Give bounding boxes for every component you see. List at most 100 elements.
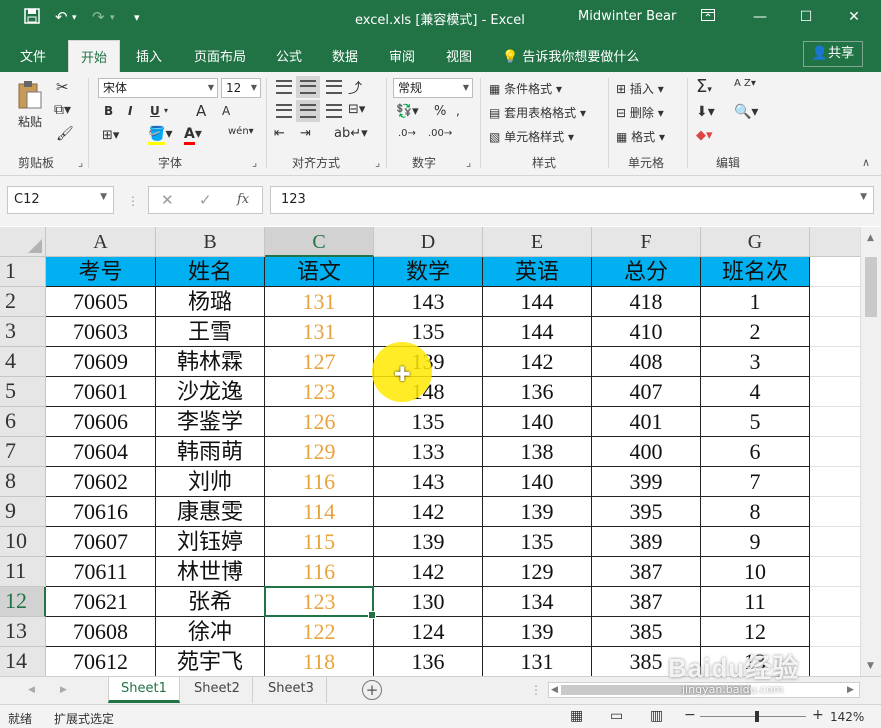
grow-font-button[interactable]: A bbox=[196, 102, 206, 120]
table-cell[interactable]: 129 bbox=[265, 437, 374, 467]
zoom-in-icon[interactable]: + bbox=[812, 707, 824, 723]
orientation-icon[interactable]: ⤴ bbox=[348, 78, 362, 98]
table-cell[interactable]: 144 bbox=[483, 317, 592, 347]
table-cell[interactable]: 410 bbox=[592, 317, 701, 347]
table-cell[interactable]: 70612 bbox=[46, 647, 156, 676]
row-header-3[interactable]: 3 bbox=[0, 317, 46, 347]
table-cell[interactable]: 401 bbox=[592, 407, 701, 437]
table-cell[interactable]: 387 bbox=[592, 587, 701, 617]
empty-cell[interactable] bbox=[810, 377, 860, 407]
align-bottom-icon[interactable] bbox=[326, 80, 342, 94]
column-header-e[interactable]: E bbox=[483, 227, 592, 257]
table-cell[interactable]: 115 bbox=[265, 527, 374, 557]
table-cell[interactable]: 王雪 bbox=[156, 317, 265, 347]
column-header-b[interactable]: B bbox=[156, 227, 265, 257]
empty-cell[interactable] bbox=[810, 317, 860, 347]
dialog-launcher-icon[interactable]: ⌟ bbox=[466, 156, 471, 169]
format-as-table-button[interactable]: ▤ 套用表格格式 ▾ bbox=[489, 104, 586, 121]
zoom-level[interactable]: 142% bbox=[830, 710, 864, 724]
align-top-icon[interactable] bbox=[276, 80, 292, 94]
table-cell[interactable]: 刘帅 bbox=[156, 467, 265, 497]
select-all-button[interactable] bbox=[0, 227, 46, 257]
table-cell[interactable]: 70616 bbox=[46, 497, 156, 527]
chevron-down-icon[interactable]: ▾ bbox=[164, 106, 168, 115]
column-header-a[interactable]: A bbox=[46, 227, 156, 257]
table-cell[interactable]: 沙龙逸 bbox=[156, 377, 265, 407]
column-header-c[interactable]: C bbox=[265, 227, 374, 257]
table-cell[interactable]: 144 bbox=[483, 287, 592, 317]
user-name[interactable]: Midwinter Bear bbox=[578, 9, 676, 24]
tab-splitter-icon[interactable]: ⋮ bbox=[530, 683, 542, 697]
tab-review[interactable]: 审阅 bbox=[389, 46, 415, 65]
sort-filter-icon[interactable]: A Z▾ bbox=[734, 78, 756, 89]
tab-formulas[interactable]: 公式 bbox=[276, 46, 302, 65]
zoom-slider-knob[interactable] bbox=[755, 711, 759, 722]
row-header-2[interactable]: 2 bbox=[0, 287, 46, 317]
table-cell[interactable]: 142 bbox=[374, 557, 483, 587]
empty-cell[interactable] bbox=[810, 617, 860, 647]
table-cell[interactable]: 143 bbox=[374, 287, 483, 317]
table-cell[interactable]: 148 bbox=[374, 377, 483, 407]
table-cell[interactable]: 118 bbox=[265, 647, 374, 676]
close-icon[interactable]: ✕ bbox=[841, 6, 867, 28]
zoom-slider[interactable] bbox=[700, 711, 806, 722]
table-cell[interactable]: 139 bbox=[483, 617, 592, 647]
scroll-right-icon[interactable]: ▶ bbox=[847, 685, 854, 695]
scroll-thumb[interactable] bbox=[865, 257, 877, 317]
formula-bar-handle-icon[interactable]: ⋮ bbox=[127, 194, 139, 208]
normal-view-icon[interactable]: ▦ bbox=[570, 708, 583, 724]
table-cell[interactable]: 康惠雯 bbox=[156, 497, 265, 527]
row-header-12[interactable]: 12 bbox=[0, 587, 46, 617]
table-cell[interactable]: 韩林霖 bbox=[156, 347, 265, 377]
font-size-select[interactable]: 12 ▼ bbox=[221, 78, 261, 98]
table-cell[interactable]: 142 bbox=[374, 497, 483, 527]
chevron-down-icon[interactable]: ▼ bbox=[860, 192, 867, 202]
name-box[interactable]: C12 ▼ bbox=[7, 186, 114, 214]
scroll-left-icon[interactable]: ◀ bbox=[551, 685, 558, 695]
maximize-icon[interactable]: ☐ bbox=[793, 6, 819, 28]
conditional-formatting-button[interactable]: ▦ 条件格式 ▾ bbox=[489, 80, 562, 97]
empty-cell[interactable] bbox=[810, 467, 860, 497]
header-cell[interactable]: 语文 bbox=[265, 257, 374, 287]
table-cell[interactable]: 123 bbox=[265, 587, 374, 617]
column-header-g[interactable]: G bbox=[701, 227, 810, 257]
table-cell[interactable]: 408 bbox=[592, 347, 701, 377]
align-right-icon[interactable] bbox=[326, 104, 342, 118]
undo-dropdown-icon[interactable]: ▾ bbox=[72, 13, 77, 23]
table-cell[interactable]: 10 bbox=[701, 557, 810, 587]
font-name-select[interactable]: 宋体 ▼ bbox=[98, 78, 218, 98]
sheet-tab-3[interactable]: Sheet3 bbox=[256, 677, 327, 703]
table-cell[interactable]: 387 bbox=[592, 557, 701, 587]
header-cell[interactable]: 英语 bbox=[483, 257, 592, 287]
previous-sheet-icon[interactable]: ◀ bbox=[28, 685, 35, 695]
table-cell[interactable]: 1 bbox=[701, 287, 810, 317]
worksheet-grid[interactable]: A B C D E F G 1 考号 姓名 语文 数学 英语 总分 班名次 2 70605 杨璐 131 143 144… bbox=[0, 227, 860, 676]
find-select-icon[interactable]: 🔍▾ bbox=[734, 104, 758, 120]
empty-cell[interactable] bbox=[810, 527, 860, 557]
share-button[interactable]: 👤共享 bbox=[803, 41, 863, 67]
empty-cell[interactable] bbox=[810, 497, 860, 527]
header-cell[interactable]: 姓名 bbox=[156, 257, 265, 287]
table-cell[interactable]: 8 bbox=[701, 497, 810, 527]
empty-cell[interactable] bbox=[810, 287, 860, 317]
empty-cell[interactable] bbox=[810, 587, 860, 617]
empty-cell[interactable] bbox=[810, 557, 860, 587]
clear-icon[interactable]: ◆▾ bbox=[696, 128, 713, 143]
row-header-10[interactable]: 10 bbox=[0, 527, 46, 557]
table-cell[interactable]: 12 bbox=[701, 617, 810, 647]
row-header-14[interactable]: 14 bbox=[0, 647, 46, 676]
format-cells-button[interactable]: ▦ 格式 ▾ bbox=[616, 128, 665, 145]
row-header-5[interactable]: 5 bbox=[0, 377, 46, 407]
table-cell[interactable]: 70605 bbox=[46, 287, 156, 317]
table-cell[interactable]: 70608 bbox=[46, 617, 156, 647]
bold-button[interactable]: B bbox=[104, 104, 113, 118]
page-break-view-icon[interactable]: ▥ bbox=[650, 708, 663, 724]
row-header-6[interactable]: 6 bbox=[0, 407, 46, 437]
table-cell[interactable]: 126 bbox=[265, 407, 374, 437]
table-cell[interactable]: 140 bbox=[483, 407, 592, 437]
table-cell[interactable]: 124 bbox=[374, 617, 483, 647]
table-cell[interactable]: 2 bbox=[701, 317, 810, 347]
table-cell[interactable]: 70601 bbox=[46, 377, 156, 407]
sheet-tab-2[interactable]: Sheet2 bbox=[182, 677, 253, 703]
tab-page-layout[interactable]: 页面布局 bbox=[194, 46, 246, 65]
